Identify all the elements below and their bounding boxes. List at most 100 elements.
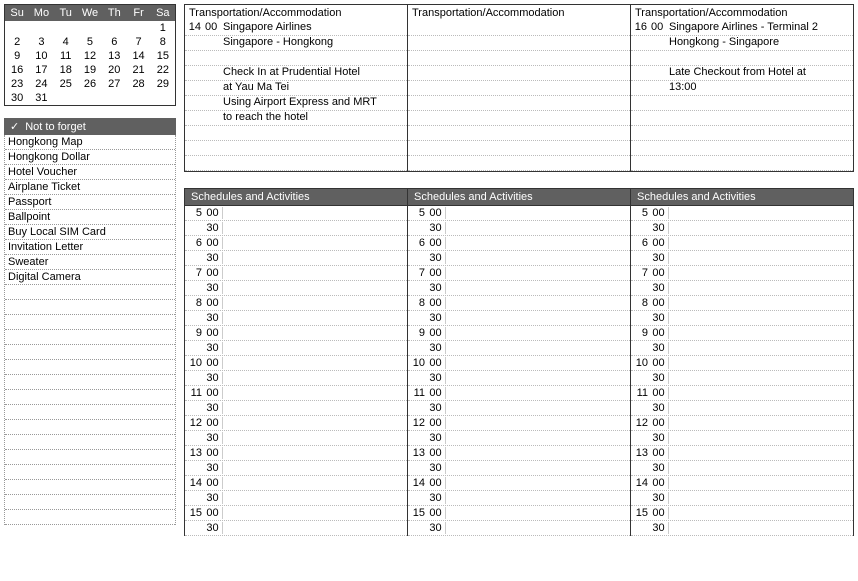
transport-line[interactable]: [408, 156, 630, 171]
schedule-line[interactable]: 30: [631, 281, 853, 296]
ntf-item[interactable]: [5, 480, 175, 495]
schedule-line[interactable]: 30: [631, 521, 853, 536]
schedule-line[interactable]: 1300: [185, 446, 407, 461]
calendar-cell[interactable]: [78, 91, 102, 105]
transport-line[interactable]: [185, 51, 407, 66]
transport-line[interactable]: [631, 126, 853, 141]
schedule-line[interactable]: 1200: [631, 416, 853, 431]
ntf-item[interactable]: Invitation Letter: [5, 240, 175, 255]
schedule-line[interactable]: 1300: [408, 446, 630, 461]
transport-line[interactable]: [185, 141, 407, 156]
calendar-cell[interactable]: [5, 21, 29, 35]
calendar-cell[interactable]: 16: [5, 63, 29, 77]
schedule-line[interactable]: 30: [185, 251, 407, 266]
schedule-line[interactable]: 500: [631, 206, 853, 221]
transport-line[interactable]: 1600Singapore Airlines - Terminal 2: [631, 21, 853, 36]
schedule-line[interactable]: 1100: [631, 386, 853, 401]
transport-line[interactable]: [408, 126, 630, 141]
schedule-line[interactable]: 30: [185, 521, 407, 536]
transport-line[interactable]: Hongkong - Singapore: [631, 36, 853, 51]
calendar-cell[interactable]: 18: [54, 63, 78, 77]
transport-line[interactable]: [408, 21, 630, 36]
schedule-line[interactable]: 30: [631, 341, 853, 356]
ntf-item[interactable]: [5, 285, 175, 300]
ntf-item[interactable]: [5, 300, 175, 315]
schedule-line[interactable]: 30: [185, 401, 407, 416]
schedule-line[interactable]: 30: [185, 371, 407, 386]
ntf-item[interactable]: [5, 405, 175, 420]
calendar-cell[interactable]: 30: [5, 91, 29, 105]
schedule-line[interactable]: 30: [408, 251, 630, 266]
transport-line[interactable]: [408, 66, 630, 81]
transport-line[interactable]: [408, 36, 630, 51]
calendar-cell[interactable]: 2: [5, 35, 29, 49]
ntf-item[interactable]: Ballpoint: [5, 210, 175, 225]
transport-line[interactable]: Singapore - Hongkong: [185, 36, 407, 51]
transport-line[interactable]: to reach the hotel: [185, 111, 407, 126]
calendar-cell[interactable]: [102, 21, 126, 35]
schedule-line[interactable]: 1500: [185, 506, 407, 521]
schedule-line[interactable]: 30: [185, 221, 407, 236]
schedule-line[interactable]: 1000: [185, 356, 407, 371]
transport-line[interactable]: 13:00: [631, 81, 853, 96]
schedule-line[interactable]: 900: [185, 326, 407, 341]
ntf-item[interactable]: [5, 450, 175, 465]
schedule-line[interactable]: 700: [185, 266, 407, 281]
schedule-line[interactable]: 500: [408, 206, 630, 221]
ntf-item[interactable]: [5, 345, 175, 360]
schedule-line[interactable]: 1400: [408, 476, 630, 491]
ntf-item[interactable]: Hongkong Map: [5, 135, 175, 150]
schedule-line[interactable]: 30: [185, 311, 407, 326]
transport-line[interactable]: [408, 111, 630, 126]
calendar-cell[interactable]: [151, 91, 175, 105]
calendar-cell[interactable]: 3: [29, 35, 53, 49]
transport-line[interactable]: at Yau Ma Tei: [185, 81, 407, 96]
schedule-line[interactable]: 1100: [185, 386, 407, 401]
ntf-item[interactable]: Digital Camera: [5, 270, 175, 285]
calendar-cell[interactable]: 25: [54, 77, 78, 91]
calendar-cell[interactable]: 7: [126, 35, 150, 49]
transport-line[interactable]: [631, 96, 853, 111]
schedule-line[interactable]: 30: [631, 491, 853, 506]
calendar-cell[interactable]: 17: [29, 63, 53, 77]
calendar-cell[interactable]: 24: [29, 77, 53, 91]
transport-line[interactable]: 1400Singapore Airlines: [185, 21, 407, 36]
calendar-cell[interactable]: 6: [102, 35, 126, 49]
schedule-line[interactable]: 1500: [408, 506, 630, 521]
schedule-line[interactable]: 30: [408, 521, 630, 536]
ntf-item[interactable]: [5, 360, 175, 375]
schedule-line[interactable]: 1500: [631, 506, 853, 521]
calendar-cell[interactable]: 23: [5, 77, 29, 91]
calendar-cell[interactable]: 19: [78, 63, 102, 77]
ntf-item[interactable]: Buy Local SIM Card: [5, 225, 175, 240]
calendar-cell[interactable]: 31: [29, 91, 53, 105]
schedule-line[interactable]: 30: [185, 431, 407, 446]
ntf-item[interactable]: [5, 390, 175, 405]
calendar-cell[interactable]: [54, 91, 78, 105]
schedule-line[interactable]: 30: [185, 461, 407, 476]
schedule-line[interactable]: 1100: [408, 386, 630, 401]
transport-line[interactable]: [408, 96, 630, 111]
schedule-line[interactable]: 30: [631, 251, 853, 266]
schedule-line[interactable]: 30: [631, 221, 853, 236]
calendar-cell[interactable]: 9: [5, 49, 29, 63]
calendar-cell[interactable]: [126, 91, 150, 105]
schedule-line[interactable]: 30: [408, 311, 630, 326]
transport-line[interactable]: Late Checkout from Hotel at: [631, 66, 853, 81]
schedule-line[interactable]: 800: [631, 296, 853, 311]
ntf-item[interactable]: Airplane Ticket: [5, 180, 175, 195]
schedule-line[interactable]: 500: [185, 206, 407, 221]
transport-line[interactable]: [185, 126, 407, 141]
ntf-item[interactable]: Hotel Voucher: [5, 165, 175, 180]
schedule-line[interactable]: 700: [408, 266, 630, 281]
schedule-line[interactable]: 1400: [631, 476, 853, 491]
calendar-cell[interactable]: [54, 21, 78, 35]
schedule-line[interactable]: 800: [408, 296, 630, 311]
transport-line[interactable]: [631, 111, 853, 126]
calendar-cell[interactable]: 13: [102, 49, 126, 63]
calendar-cell[interactable]: 12: [78, 49, 102, 63]
calendar-cell[interactable]: 8: [151, 35, 175, 49]
transport-line[interactable]: [408, 81, 630, 96]
schedule-line[interactable]: 600: [185, 236, 407, 251]
schedule-line[interactable]: 30: [631, 371, 853, 386]
